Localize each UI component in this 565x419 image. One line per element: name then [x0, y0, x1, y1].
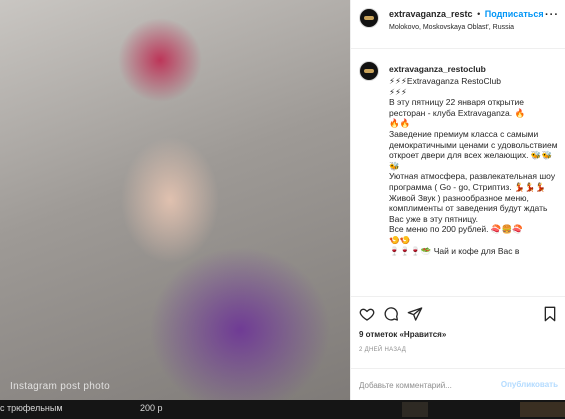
bookmark-icon[interactable] — [542, 306, 558, 322]
comment-input[interactable] — [359, 375, 499, 395]
caption-block: extravaganza_restoclub ⚡⚡⚡Extravaganza R… — [351, 50, 565, 296]
action-bar — [351, 296, 565, 330]
share-icon[interactable] — [407, 306, 423, 322]
strip-decoration — [520, 402, 565, 417]
caption-username[interactable]: extravaganza_restoclub — [389, 64, 486, 74]
caption-avatar[interactable] — [359, 61, 379, 81]
heart-icon[interactable] — [359, 306, 375, 322]
strip-decoration — [402, 402, 428, 417]
likes-count[interactable]: 9 отметок «Нравится» — [359, 330, 446, 339]
strip-menu-text: с трюфельным — [0, 403, 63, 413]
header-separator: • — [477, 9, 481, 19]
more-options-icon[interactable]: ··· — [545, 9, 559, 21]
comment-box: Опубликовать — [351, 368, 565, 400]
post-photo-caption: Instagram post photo — [10, 381, 110, 392]
location-link[interactable]: Molokovo, Moskovskaya Oblast', Russia — [389, 24, 514, 31]
caption-text: ⚡⚡⚡Extravaganza RestoClub ⚡⚡⚡ В эту пятн… — [389, 76, 558, 256]
post-comment-button[interactable]: Опубликовать — [501, 380, 558, 389]
post-side-panel: extravaganza_restc • Подписаться Molokov… — [350, 0, 565, 400]
post-timestamp[interactable]: 2 ДНЕЙ НАЗАД — [359, 347, 406, 353]
bottom-strip: с трюфельным 200 р — [0, 400, 565, 419]
follow-button[interactable]: Подписаться — [485, 9, 544, 19]
comment-icon[interactable] — [383, 306, 399, 322]
author-username[interactable]: extravaganza_restc — [389, 9, 473, 19]
post-photo[interactable]: Instagram post photo — [0, 0, 350, 400]
likes-suffix: «Нравится» — [399, 330, 447, 339]
post-header-line: extravaganza_restc • Подписаться — [389, 9, 544, 19]
strip-price: 200 р — [140, 403, 163, 413]
post-header: extravaganza_restc • Подписаться Molokov… — [351, 0, 565, 49]
likes-number: 9 отметок — [359, 330, 398, 339]
avatar[interactable] — [359, 8, 379, 28]
